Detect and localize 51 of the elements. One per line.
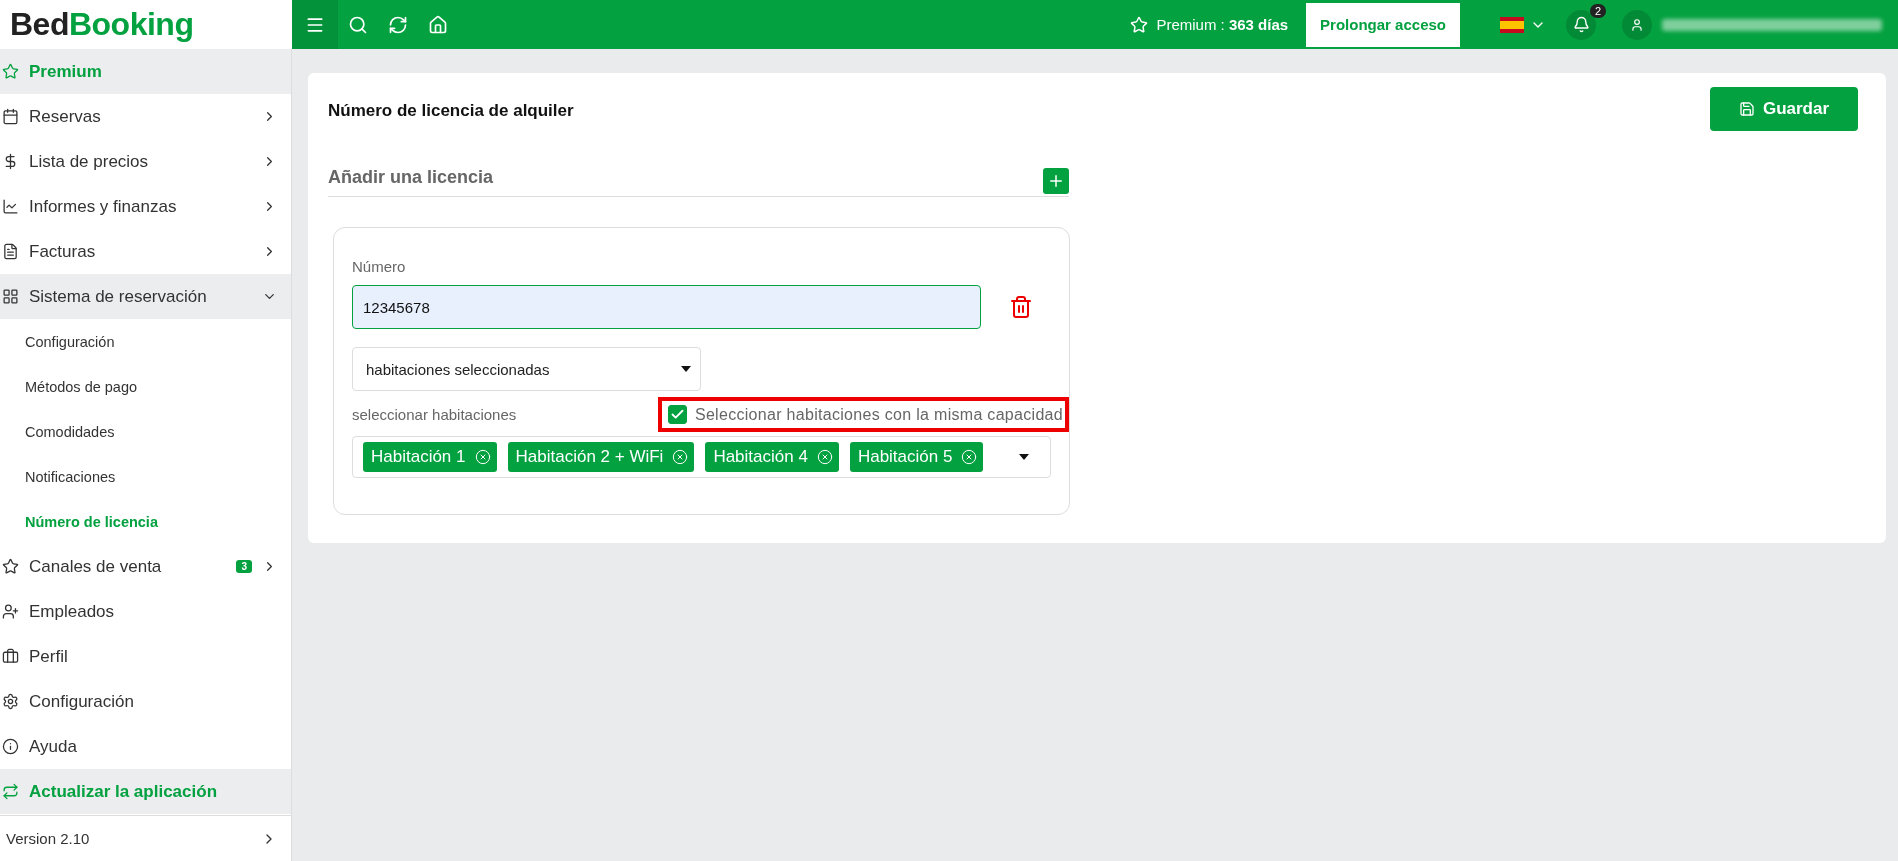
- plus-icon: [1047, 172, 1065, 190]
- remove-icon[interactable]: [672, 449, 689, 465]
- save-icon: [1738, 101, 1755, 117]
- chart-icon: [2, 198, 19, 215]
- grid-icon: [2, 288, 19, 305]
- search-icon: [348, 14, 368, 35]
- menu-button[interactable]: [292, 0, 338, 49]
- caret-icon: [680, 365, 692, 373]
- submenu-item[interactable]: Configuración: [0, 319, 291, 364]
- remove-icon[interactable]: [961, 449, 978, 465]
- section-title: Añadir una licencia: [328, 167, 494, 189]
- page-title: Número de licencia de alquiler: [328, 101, 574, 121]
- checkbox-label: Seleccionar habitaciones con la misma capacidad: [694, 405, 1063, 424]
- count-badge: 3: [236, 560, 252, 573]
- remove-icon[interactable]: [816, 449, 833, 465]
- bell-icon: [1572, 16, 1590, 33]
- refresh-icon: [388, 14, 408, 35]
- field-label: seleccionar habitaciones: [352, 406, 517, 423]
- star-icon: [2, 63, 19, 80]
- settings-icon: [2, 693, 19, 710]
- remove-icon[interactable]: [474, 449, 491, 465]
- star-icon: [1130, 15, 1149, 34]
- submenu-item[interactable]: Comodidades: [0, 409, 291, 454]
- calendar-icon: [2, 108, 19, 125]
- briefcase-icon: [2, 648, 19, 665]
- scope-dropdown[interactable]: habitaciones seleccionadas: [352, 347, 701, 391]
- sidebar-item[interactable]: Sistema de reservación: [0, 274, 291, 319]
- user-plus-icon: [2, 603, 19, 620]
- logo: BedBooking: [10, 6, 194, 43]
- star-icon: [2, 558, 19, 575]
- user-icon: [1630, 17, 1644, 32]
- user-avatar[interactable]: [1622, 9, 1652, 40]
- notifications-button[interactable]: [1566, 9, 1596, 40]
- trash-icon: [1009, 295, 1033, 319]
- refresh-icon: [2, 783, 19, 800]
- flag-icon[interactable]: [1500, 16, 1524, 33]
- premium-status: Premium : 363 días: [1156, 16, 1289, 33]
- document-icon: [2, 243, 19, 260]
- version-link[interactable]: Version 2.10: [0, 815, 291, 861]
- submenu-item[interactable]: Notificaciones: [0, 454, 291, 499]
- delete-button[interactable]: [1009, 295, 1033, 319]
- info-icon: [2, 738, 19, 755]
- add-button[interactable]: [1043, 168, 1069, 194]
- checkbox[interactable]: [667, 405, 687, 424]
- home-icon: [428, 14, 448, 35]
- caret-icon: [1018, 453, 1030, 461]
- check-icon: [669, 407, 685, 422]
- field-label: Número: [352, 258, 407, 275]
- submenu-item[interactable]: Métodos de pago: [0, 364, 291, 409]
- number-field[interactable]: 12345678: [352, 285, 981, 329]
- notification-count: 2: [1589, 3, 1606, 18]
